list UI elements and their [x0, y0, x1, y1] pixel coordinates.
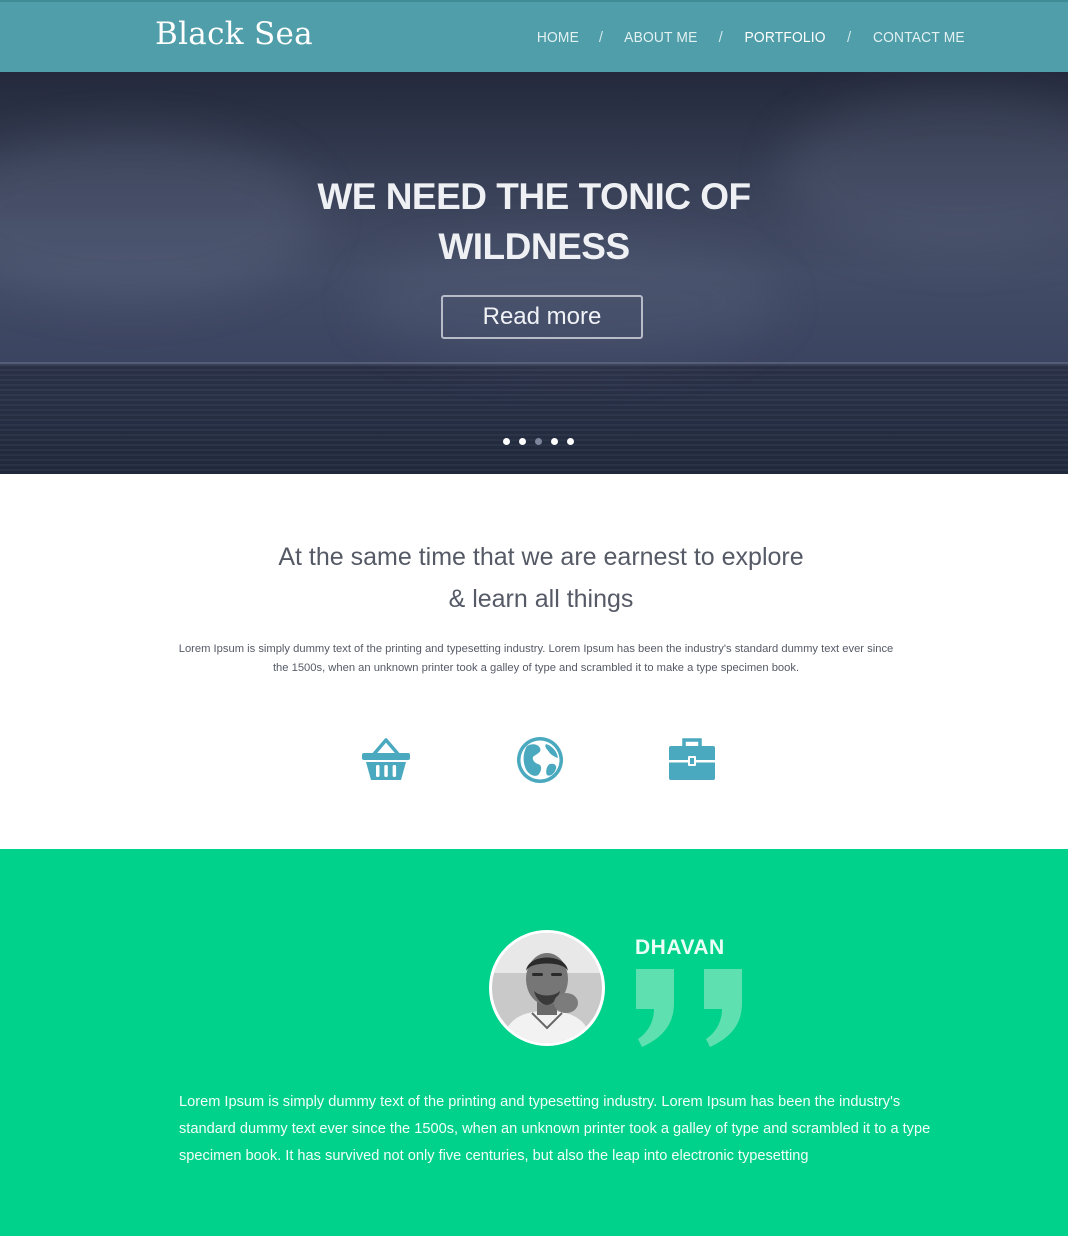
- briefcase-icon-svg: [669, 738, 715, 780]
- site-logo[interactable]: Black Sea: [155, 16, 313, 52]
- testimonial-section: DHAVAN Lorem Ipsum is simply dummy text …: [0, 849, 1068, 1236]
- hero-title: WE NEED THE TONIC OF WILDNESS: [234, 172, 834, 272]
- globe-icon[interactable]: [514, 734, 566, 786]
- globe-icon-svg: [517, 737, 563, 783]
- intro-heading: At the same time that we are earnest to …: [200, 536, 882, 620]
- site-header: Black Sea HOME / ABOUT ME / PORTFOLIO / …: [0, 0, 1068, 72]
- quote-icon: [634, 967, 746, 1049]
- nav-separator: /: [847, 29, 852, 46]
- avatar: [489, 930, 605, 1046]
- quote-icon-svg: [636, 969, 742, 1047]
- hero-title-line1: WE NEED THE TONIC OF: [317, 176, 751, 217]
- intro-heading-line1: At the same time that we are earnest to …: [278, 543, 804, 571]
- slider-dot[interactable]: [519, 438, 526, 445]
- nav-separator: /: [598, 29, 603, 46]
- slider-dot[interactable]: [551, 438, 558, 445]
- intro-section: At the same time that we are earnest to …: [0, 474, 1068, 849]
- nav-contact-me[interactable]: CONTACT ME: [873, 29, 965, 46]
- slider-dot[interactable]: [567, 438, 574, 445]
- main-nav: HOME / ABOUT ME / PORTFOLIO / CONTACT ME: [535, 29, 969, 46]
- slider-dot[interactable]: [503, 438, 510, 445]
- slider-dots: [503, 438, 574, 445]
- hero-title-line2: WILDNESS: [438, 226, 630, 267]
- testimonial-name: DHAVAN: [635, 936, 725, 959]
- basket-icon[interactable]: [360, 734, 412, 786]
- nav-separator: /: [718, 29, 723, 46]
- intro-text: Lorem Ipsum is simply dummy text of the …: [178, 643, 894, 674]
- hero-sea: [0, 364, 1068, 474]
- basket-icon-svg: [362, 738, 410, 780]
- briefcase-icon[interactable]: [666, 734, 718, 786]
- nav-about-me[interactable]: ABOUT ME: [624, 29, 697, 46]
- nav-home[interactable]: HOME: [537, 29, 579, 46]
- read-more-button[interactable]: Read more: [441, 295, 643, 339]
- avatar-image: [492, 933, 602, 1043]
- slider-dot[interactable]: [535, 438, 542, 445]
- hero-banner: WE NEED THE TONIC OF WILDNESS Read more: [0, 72, 1068, 474]
- intro-heading-line2: & learn all things: [448, 585, 634, 613]
- nav-portfolio[interactable]: PORTFOLIO: [744, 29, 825, 46]
- testimonial-text: Lorem Ipsum is simply dummy text of the …: [179, 1094, 931, 1164]
